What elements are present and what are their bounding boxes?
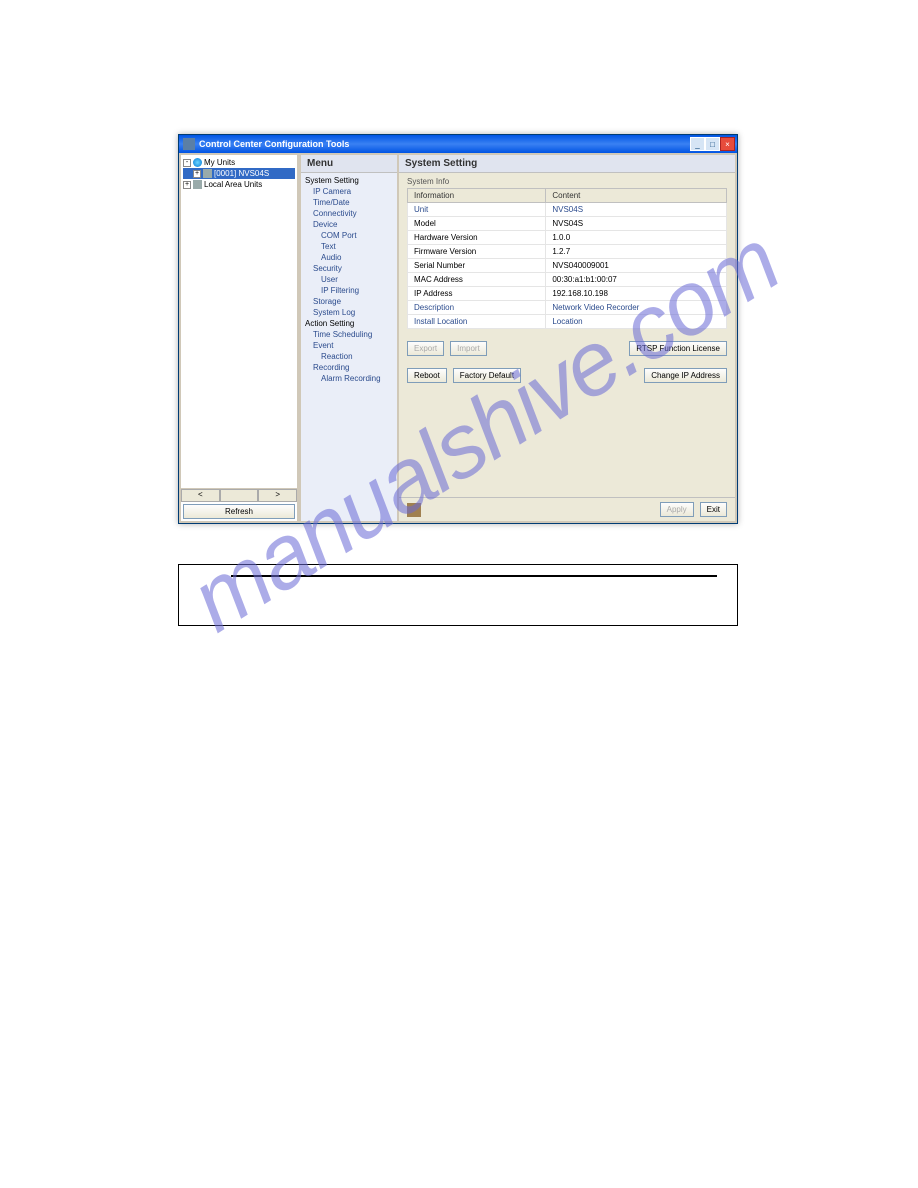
table-row: Serial NumberNVS040009001 — [408, 259, 727, 273]
info-value: 00:30:a1:b1:00:07 — [546, 273, 727, 287]
menu-user[interactable]: User — [305, 274, 393, 285]
title-bar[interactable]: Control Center Configuration Tools _ □ × — [179, 135, 737, 153]
info-label: Description — [408, 301, 546, 315]
table-row: Firmware Version1.2.7 — [408, 245, 727, 259]
apply-button[interactable]: Apply — [660, 502, 694, 517]
info-value: Location — [546, 315, 727, 329]
menu-event[interactable]: Event — [305, 340, 393, 351]
app-icon — [183, 138, 195, 150]
info-value: NVS040009001 — [546, 259, 727, 273]
tree-my-units[interactable]: - My Units — [183, 157, 295, 168]
factory-default-button[interactable]: Factory Default — [453, 368, 521, 383]
table-row: DescriptionNetwork Video Recorder — [408, 301, 727, 315]
menu-system-setting[interactable]: System Setting — [305, 175, 393, 186]
menu-connectivity[interactable]: Connectivity — [305, 208, 393, 219]
menu-storage[interactable]: Storage — [305, 296, 393, 307]
scroll-track[interactable] — [220, 489, 259, 502]
menu-header: Menu — [301, 155, 397, 173]
info-label: Unit — [408, 203, 546, 217]
info-label: Install Location — [408, 315, 546, 329]
minimize-button[interactable]: _ — [690, 137, 705, 151]
scroll-left-icon[interactable]: < — [181, 489, 220, 502]
info-label: IP Address — [408, 287, 546, 301]
table-row: Install LocationLocation — [408, 315, 727, 329]
footer-bar: Apply Exit — [399, 497, 735, 521]
section-header: System Setting — [399, 155, 735, 173]
info-value: 192.168.10.198 — [546, 287, 727, 301]
callout-rule — [231, 575, 717, 577]
menu-security[interactable]: Security — [305, 263, 393, 274]
refresh-button[interactable]: Refresh — [183, 504, 295, 519]
col-content: Content — [546, 189, 727, 203]
menu-reaction[interactable]: Reaction — [305, 351, 393, 362]
window-title: Control Center Configuration Tools — [199, 139, 690, 149]
table-row: IP Address192.168.10.198 — [408, 287, 727, 301]
menu-panel: Menu System Setting IP Camera Time/Date … — [299, 153, 399, 523]
scroll-right-icon[interactable]: > — [258, 489, 297, 502]
menu-device[interactable]: Device — [305, 219, 393, 230]
info-value: NVS04S — [546, 203, 727, 217]
menu-tree[interactable]: System Setting IP Camera Time/Date Conne… — [301, 173, 397, 521]
unit-icon — [203, 169, 212, 178]
info-value: 1.0.0 — [546, 231, 727, 245]
tree-lan-units[interactable]: + Local Area Units — [183, 179, 295, 190]
rtsp-license-button[interactable]: RTSP Function License — [629, 341, 727, 356]
document-callout-box — [178, 564, 738, 626]
menu-recording[interactable]: Recording — [305, 362, 393, 373]
exit-button[interactable]: Exit — [700, 502, 727, 517]
info-value: NVS04S — [546, 217, 727, 231]
change-ip-button[interactable]: Change IP Address — [644, 368, 727, 383]
info-value: 1.2.7 — [546, 245, 727, 259]
unit-tree-panel: - My Units + [0001] NVS04S + Local Area … — [179, 153, 299, 523]
app-window: Control Center Configuration Tools _ □ ×… — [178, 134, 738, 524]
menu-com-port[interactable]: COM Port — [305, 230, 393, 241]
menu-ip-filtering[interactable]: IP Filtering — [305, 285, 393, 296]
info-label: Hardware Version — [408, 231, 546, 245]
info-label: Serial Number — [408, 259, 546, 273]
table-row: Hardware Version1.0.0 — [408, 231, 727, 245]
tree-scrollbar[interactable]: < > — [181, 488, 297, 502]
close-button[interactable]: × — [720, 137, 735, 151]
globe-icon — [193, 158, 202, 167]
system-info-label: System Info — [407, 177, 727, 186]
maximize-button[interactable]: □ — [705, 137, 720, 151]
info-label: Model — [408, 217, 546, 231]
info-value: Network Video Recorder — [546, 301, 727, 315]
menu-action-setting[interactable]: Action Setting — [305, 318, 393, 329]
system-info-table: Information Content UnitNVS04SModelNVS04… — [407, 188, 727, 329]
menu-text[interactable]: Text — [305, 241, 393, 252]
info-label: MAC Address — [408, 273, 546, 287]
menu-time-scheduling[interactable]: Time Scheduling — [305, 329, 393, 340]
menu-alarm-recording[interactable]: Alarm Recording — [305, 373, 393, 384]
menu-time-date[interactable]: Time/Date — [305, 197, 393, 208]
reboot-button[interactable]: Reboot — [407, 368, 447, 383]
expand-icon[interactable]: + — [193, 170, 201, 178]
table-row: UnitNVS04S — [408, 203, 727, 217]
expand-icon[interactable]: + — [183, 181, 191, 189]
col-information: Information — [408, 189, 546, 203]
table-row: ModelNVS04S — [408, 217, 727, 231]
menu-system-log[interactable]: System Log — [305, 307, 393, 318]
menu-ip-camera[interactable]: IP Camera — [305, 186, 393, 197]
info-label: Firmware Version — [408, 245, 546, 259]
export-button[interactable]: Export — [407, 341, 444, 356]
unit-tree[interactable]: - My Units + [0001] NVS04S + Local Area … — [181, 155, 297, 488]
tree-unit-1[interactable]: + [0001] NVS04S — [183, 168, 295, 179]
lan-icon — [193, 180, 202, 189]
main-panel: System Setting System Info Information C… — [399, 153, 737, 523]
import-button[interactable]: Import — [450, 341, 487, 356]
footer-icon[interactable] — [407, 503, 421, 517]
table-row: MAC Address00:30:a1:b1:00:07 — [408, 273, 727, 287]
collapse-icon[interactable]: - — [183, 159, 191, 167]
menu-audio[interactable]: Audio — [305, 252, 393, 263]
